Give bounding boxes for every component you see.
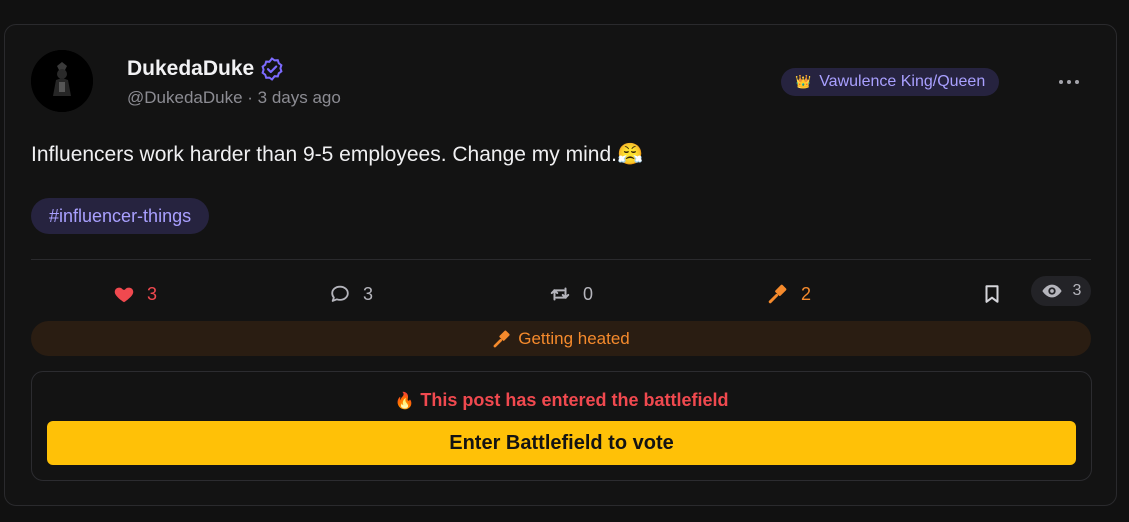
gavel-icon	[493, 330, 510, 347]
views-pill: 3	[1031, 276, 1091, 306]
repost-count: 0	[583, 283, 594, 304]
battlefield-panel: 🔥 This post has entered the battlefield E…	[31, 371, 1092, 481]
comment-count: 3	[363, 283, 374, 304]
fire-icon: 🔥	[394, 393, 415, 410]
heat-status-bar: Getting heated	[31, 321, 1091, 356]
author-display-name[interactable]: DukedaDuke	[127, 57, 254, 81]
post-text: Influencers work harder than 9-5 employe…	[31, 143, 617, 166]
bookmark-icon	[985, 285, 999, 303]
hashtag-chip[interactable]: #influencer-things	[31, 198, 210, 234]
author-name-row: DukedaDuke	[127, 57, 284, 81]
repost-button[interactable]: 0	[549, 281, 593, 307]
role-badge-label: Vawulence King/Queen	[819, 73, 986, 90]
like-count: 3	[147, 283, 158, 304]
like-button[interactable]: 3	[113, 281, 157, 307]
enter-battlefield-button[interactable]: Enter Battlefield to vote	[47, 421, 1076, 465]
more-options-button[interactable]	[1051, 70, 1087, 94]
post-timestamp: 3 days ago	[257, 88, 341, 107]
role-badge: 👑 Vawulence King/Queen	[781, 68, 1000, 96]
bookmark-button[interactable]	[981, 281, 1003, 307]
avatar[interactable]	[31, 50, 93, 112]
post-emoji: 😤	[616, 143, 644, 166]
repost-icon	[550, 287, 570, 301]
avatar-image	[31, 50, 93, 112]
battlefield-message: 🔥 This post has entered the battlefield	[32, 390, 1091, 411]
heat-button[interactable]: 2	[767, 281, 811, 307]
author-handle[interactable]: @DukedaDuke	[127, 88, 243, 107]
divider	[31, 259, 1091, 260]
comment-button[interactable]: 3	[329, 281, 373, 307]
more-dots-icon	[1059, 80, 1063, 84]
heat-count: 2	[801, 283, 812, 304]
post-body: Influencers work harder than 9-5 employe…	[31, 143, 643, 167]
crown-icon: 👑	[795, 74, 812, 89]
verified-badge-icon	[261, 57, 283, 81]
post-card: DukedaDuke @DukedaDuke · 3 days ago 👑 Va…	[4, 24, 1117, 506]
heart-icon	[114, 287, 134, 303]
comment-icon	[331, 285, 349, 302]
heat-status-label: Getting heated	[518, 328, 630, 348]
view-count: 3	[1072, 282, 1082, 299]
meta-separator: ·	[242, 88, 258, 107]
post-meta: @DukedaDuke · 3 days ago	[127, 88, 341, 108]
eye-icon	[1041, 284, 1062, 298]
gavel-icon	[768, 284, 787, 304]
battlefield-message-text: This post has entered the battlefield	[420, 390, 729, 410]
